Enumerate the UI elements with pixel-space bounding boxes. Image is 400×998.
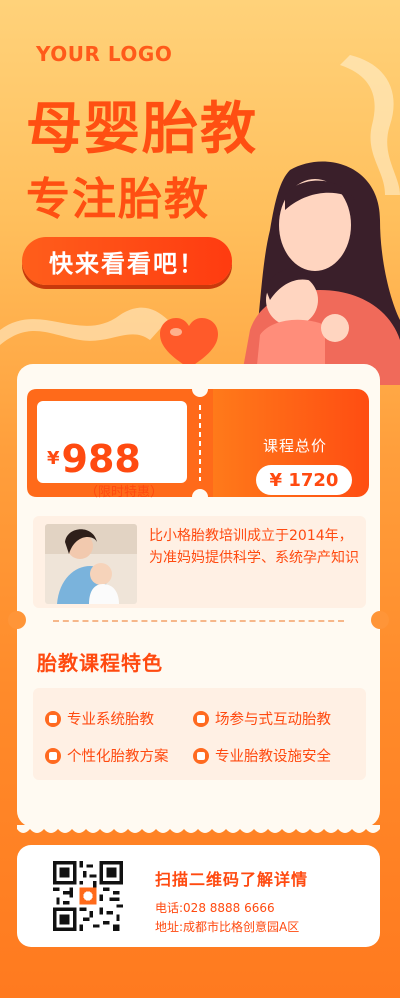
features-box: 专业系统胎教 场参与式互动胎教 个性化胎教方案 专业胎教设施安全 — [33, 688, 366, 780]
ticket-notch-right — [371, 611, 389, 629]
feature-item: 个性化胎教方案 — [45, 745, 169, 766]
price-note: （限时特惠） — [85, 485, 164, 500]
document-icon — [45, 747, 61, 764]
logo: YOUR LOGO — [36, 42, 173, 66]
mother-baby-illustration — [240, 161, 400, 385]
heart-icon — [45, 710, 61, 727]
person-icon — [193, 710, 209, 727]
page-subtitle: 专注胎教 — [26, 174, 210, 225]
feature-label: 专业系统胎教 — [67, 712, 154, 728]
intro-box: 比小格胎教培训成立于2014年，为准妈妈提供科学、系统孕产知识 — [33, 516, 366, 608]
main-card: ¥988 （限时特惠） 课程总价 ¥ 1720 比小格胎教培训成立于2014年，… — [8, 364, 389, 827]
ticket-notch-left — [8, 611, 26, 629]
shield-icon — [193, 747, 209, 764]
contact-address: 地址:成都市比格创意园A区 — [155, 920, 300, 934]
total-label: 课程总价 — [263, 437, 328, 455]
page-title: 母婴胎教 — [26, 97, 258, 162]
feature-label: 专业胎教设施安全 — [215, 749, 331, 765]
feature-label: 场参与式互动胎教 — [215, 712, 331, 728]
feature-label: 个性化胎教方案 — [67, 749, 169, 765]
contact-phone: 电话:028 8888 6666 — [155, 901, 275, 915]
feature-item: 场参与式互动胎教 — [193, 708, 331, 729]
total-price: ¥ 1720 — [256, 465, 352, 495]
heart-balloon-icon — [160, 318, 218, 368]
divider — [53, 620, 344, 622]
features-title: 胎教课程特色 — [37, 651, 163, 675]
feature-item: 专业胎教设施安全 — [193, 745, 331, 766]
ribbon-decoration-left — [0, 307, 168, 345]
price-ticket: ¥988 （限时特惠） 课程总价 ¥ 1720 — [27, 389, 369, 500]
scan-title: 扫描二维码了解详情 — [155, 870, 309, 889]
cta-button[interactable]: 快来看看吧！ — [22, 237, 232, 285]
scallop-edge — [17, 825, 380, 833]
special-price: ¥988 — [47, 437, 141, 481]
feature-item: 专业系统胎教 — [45, 708, 154, 729]
intro-text: 比小格胎教培训成立于2014年，为准妈妈提供科学、系统孕产知识 — [149, 528, 359, 566]
mother-baby-photo — [45, 524, 137, 604]
qr-code-icon[interactable] — [53, 861, 123, 931]
contact-card: 扫描二维码了解详情 电话:028 8888 6666 地址:成都市比格创意园A区 — [17, 845, 380, 947]
poster: YOUR LOGO 母婴胎教 专注胎教 快来看看吧！ ¥988 （限时特惠） 课… — [0, 0, 400, 998]
